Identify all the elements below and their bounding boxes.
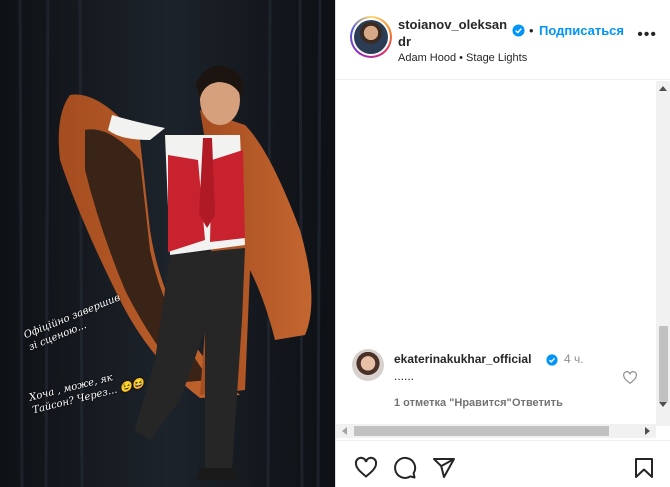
commenter-verified-icon	[546, 354, 558, 366]
post-actions-bar	[336, 440, 670, 487]
commenter-avatar[interactable]	[352, 349, 384, 381]
scroll-left-arrow-icon[interactable]	[342, 427, 347, 435]
scroll-up-arrow-icon[interactable]	[659, 86, 667, 91]
like-heart-icon[interactable]	[354, 456, 378, 480]
commenter-username[interactable]: ekaterinakukhar_official	[394, 352, 531, 366]
more-options-icon[interactable]: •••	[637, 26, 657, 44]
comment-text: ......	[394, 369, 415, 383]
save-bookmark-icon[interactable]	[632, 456, 656, 480]
photo-illustration	[0, 0, 335, 487]
author-avatar[interactable]	[350, 16, 392, 58]
comment-like-count[interactable]: 1 отметка "Нравится"	[394, 397, 512, 409]
author-username[interactable]: stoianov_oleksandr	[398, 16, 508, 50]
scroll-down-arrow-icon[interactable]	[659, 402, 667, 407]
horizontal-scrollbar[interactable]	[336, 424, 656, 438]
comment-bubble-icon[interactable]	[393, 456, 417, 480]
comments-list: ekaterinakukhar_official 4 ч. ...... 1 о…	[336, 81, 656, 426]
verified-badge-icon	[512, 24, 525, 37]
post-modal: Офіційно завершив зі сценою... Хоча , мо…	[0, 0, 670, 487]
comment-time: 4 ч.	[564, 352, 584, 366]
scroll-right-arrow-icon[interactable]	[645, 427, 650, 435]
separator-dot: •	[529, 23, 534, 38]
follow-button[interactable]: Подписаться	[539, 23, 624, 38]
comment-like-heart-icon[interactable]	[622, 370, 638, 386]
post-header: stoianov_oleksandr • Подписаться Adam Ho…	[336, 0, 670, 80]
post-photo[interactable]: Офіційно завершив зі сценою... Хоча , мо…	[0, 0, 335, 487]
post-side-panel: stoianov_oleksandr • Подписаться Adam Ho…	[335, 0, 670, 487]
share-paper-plane-icon[interactable]	[432, 456, 456, 480]
comment-reply-button[interactable]: Ответить	[512, 397, 563, 409]
audio-track-link[interactable]: Adam Hood • Stage Lights	[398, 52, 527, 64]
vertical-scrollbar[interactable]	[656, 81, 670, 426]
vertical-scroll-thumb[interactable]	[659, 326, 668, 402]
horizontal-scroll-thumb[interactable]	[354, 426, 609, 436]
